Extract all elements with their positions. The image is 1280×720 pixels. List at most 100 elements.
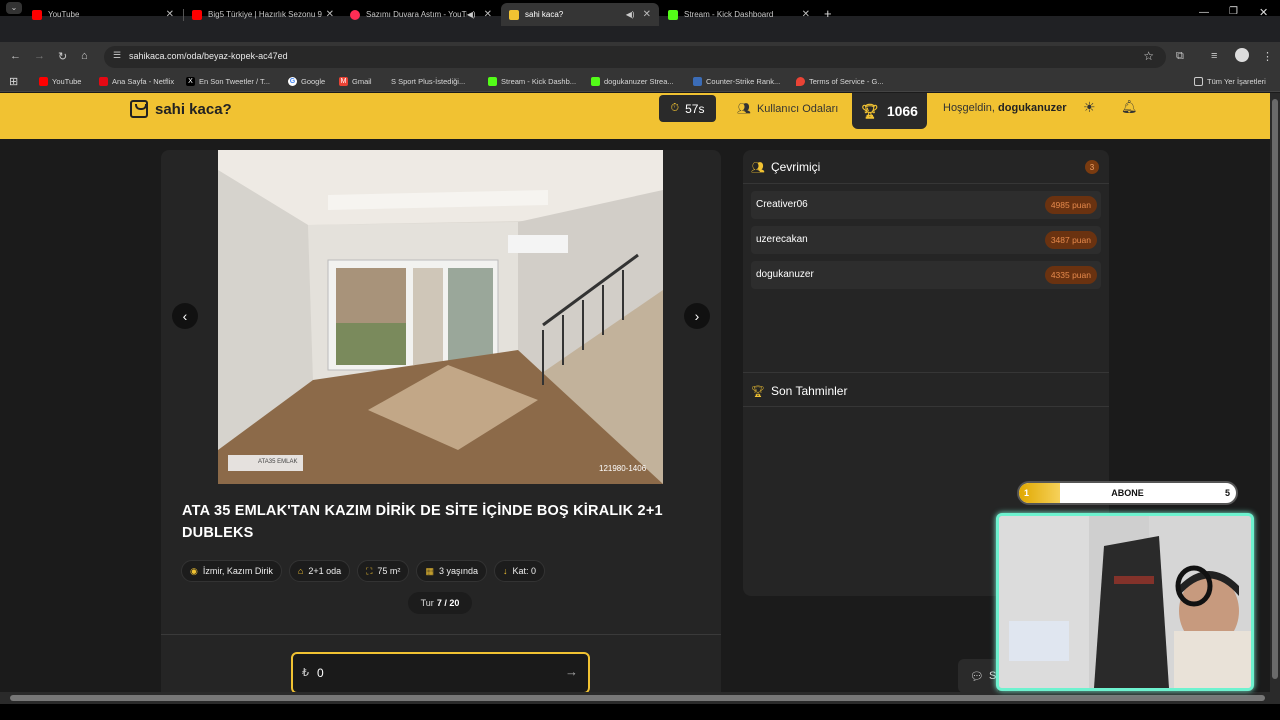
chip-label: 3 yaşında	[438, 566, 478, 576]
speaker-icon[interactable]: ◀)	[626, 10, 635, 19]
age-chip: ▦ 3 yaşında	[416, 560, 487, 582]
notification-bell-icon[interactable]: 🔔︎	[1121, 99, 1138, 115]
close-tab-icon[interactable]: ✕	[802, 9, 810, 20]
minimize-icon[interactable]: —	[1199, 7, 1209, 18]
welcome-prefix: Hoşgeldin,	[943, 102, 995, 114]
currency-symbol: ₺	[302, 667, 309, 679]
chat-button[interactable]: 💬︎ S	[958, 659, 998, 692]
close-tab-icon[interactable]: ✕	[643, 9, 651, 20]
bookmark-counter-strike[interactable]: Counter-Strike Rank...	[693, 77, 780, 86]
trophy-icon: 🏆︎	[751, 385, 765, 398]
url-text: sahikaca.com/oda/beyaz-kopek-ac47ed	[129, 51, 288, 61]
x-twitter-icon: X	[186, 77, 195, 86]
player-points: 4335 puan	[1044, 266, 1097, 284]
watermark-logo: ATA35 EMLAK	[258, 459, 298, 465]
player-name: Creativer06	[756, 199, 808, 210]
kick-icon	[488, 77, 497, 86]
submit-arrow-icon[interactable]: →	[565, 664, 578, 679]
bookmark-label: Google	[301, 77, 326, 86]
price-guess-input[interactable]	[317, 663, 547, 683]
score-badge[interactable]: 🏆︎ 1066	[852, 93, 927, 129]
bookmark-kick-dashboard[interactable]: Stream - Kick Dashb...	[488, 77, 576, 86]
forward-icon[interactable]: →	[34, 50, 45, 62]
site-logo[interactable]: sahi kaca?	[130, 100, 232, 118]
media-controls-icon[interactable]: ≡	[1211, 50, 1217, 62]
trophy-icon: 🏆︎	[861, 102, 879, 119]
bottom-strip	[0, 704, 1280, 720]
reload-icon[interactable]: ↻	[58, 50, 67, 63]
tab-sahikaca[interactable]: sahi kaca? ◀) ✕	[501, 3, 659, 26]
close-tab-icon[interactable]: ✕	[484, 9, 492, 20]
divider	[161, 634, 721, 635]
scroll-thumb[interactable]	[1272, 99, 1278, 679]
user-rooms-link[interactable]: 👥︎ Kullanıcı Odaları	[737, 102, 838, 116]
close-window-icon[interactable]: ✕	[1259, 6, 1268, 19]
goal-label: ABONE	[1111, 488, 1144, 498]
bookmark-star-icon[interactable]: ☆	[1143, 49, 1154, 63]
youtube-icon	[192, 9, 202, 20]
site-header: sahi kaca? ⏱ 57s 👥︎ Kullanıcı Odaları 🏆︎…	[0, 93, 1270, 139]
theme-toggle-icon[interactable]: ☀	[1083, 99, 1096, 116]
tab-label: YouTube	[48, 10, 80, 19]
tab-search-icon[interactable]: ⌄	[6, 2, 22, 14]
youtube-icon	[39, 77, 48, 86]
restore-icon[interactable]: ❐	[1229, 6, 1238, 17]
apps-icon[interactable]: ⊞	[9, 75, 18, 88]
bookmark-youtube[interactable]: YouTube	[39, 77, 81, 86]
tab-bar: YouTube ✕ Big5 Türkiye | Hazırlık Sezonu…	[0, 3, 1280, 42]
bookmark-label: Gmail	[352, 77, 372, 86]
netflix-icon	[99, 77, 108, 86]
round-indicator: Tur 7 / 20	[408, 592, 472, 614]
prev-photo-button[interactable]: ‹	[172, 303, 198, 329]
site-info-icon[interactable]: ☰	[113, 50, 121, 61]
tab-youtube[interactable]: YouTube ✕	[24, 3, 182, 26]
chip-label: İzmir, Kazım Dirik	[202, 566, 273, 576]
next-photo-button[interactable]: ›	[684, 303, 710, 329]
bookmark-kick-stream[interactable]: dogukanuzer Strea...	[591, 77, 674, 86]
username[interactable]: dogukanuzer	[998, 102, 1066, 114]
round-label: Tur	[420, 598, 434, 608]
close-tab-icon[interactable]: ✕	[166, 9, 174, 20]
tab-sazimi[interactable]: Sazımı Duvara Astım - YouTube ◀) ✕	[342, 3, 500, 26]
area-chip: ⛶ 75 m²	[357, 560, 410, 582]
player-row: uzerecakan 3487 puan	[751, 226, 1101, 254]
bookmark-twitter[interactable]: X En Son Tweetler / T...	[186, 77, 270, 86]
menu-icon[interactable]: ⋮	[1262, 50, 1273, 63]
map-pin-icon	[796, 77, 805, 86]
tab-big5[interactable]: Big5 Türkiye | Hazırlık Sezonu 9 ✕	[184, 3, 342, 26]
area-icon: ⛶	[366, 565, 373, 576]
close-tab-icon[interactable]: ✕	[326, 9, 334, 20]
online-title: Çevrimiçi	[770, 160, 821, 174]
bookmark-terms[interactable]: Terms of Service - G...	[796, 77, 884, 86]
bookmark-label: Stream - Kick Dashb...	[501, 77, 577, 86]
bookmark-label: En Son Tweetler / T...	[199, 77, 271, 86]
address-bar: ← → ↻ ⌂ ☰ sahikaca.com/oda/beyaz-kopek-a…	[0, 42, 1280, 72]
home-icon[interactable]: ⌂	[81, 50, 88, 62]
horizontal-scrollbar[interactable]	[0, 692, 1280, 704]
bookmark-netflix[interactable]: Ana Sayfa - Netflix	[99, 77, 174, 86]
youtube-music-icon	[350, 9, 360, 20]
vertical-scrollbar[interactable]	[1270, 93, 1280, 692]
gmail-icon: M	[339, 77, 348, 86]
counter-strike-icon	[693, 77, 702, 86]
url-field[interactable]: ☰ sahikaca.com/oda/beyaz-kopek-ac47ed ☆	[104, 46, 1166, 68]
listing-details: ◉ İzmir, Kazım Dirik ⌂ 2+1 oda ⛶ 75 m² ▦ 3 y…	[181, 560, 545, 582]
bookmark-label: Terms of Service - G...	[809, 77, 884, 86]
speaker-icon[interactable]: ◀)	[467, 10, 476, 19]
all-bookmarks[interactable]: Tüm Yer İşaretleri	[1194, 77, 1266, 86]
divider	[743, 183, 1109, 184]
tab-kick[interactable]: Stream - Kick Dashboard ✕	[660, 3, 818, 26]
profile-avatar-icon[interactable]	[1235, 48, 1249, 62]
extensions-icon[interactable]: ⧉	[1176, 50, 1184, 63]
bookmark-google[interactable]: G Google	[288, 77, 325, 86]
chip-label: Kat: 0	[512, 566, 536, 576]
back-icon[interactable]: ←	[10, 50, 21, 62]
bookmark-gmail[interactable]: M Gmail	[339, 77, 372, 86]
bookmark-ssport[interactable]: S Sport Plus-İstediği...	[391, 77, 465, 86]
bookmark-label: YouTube	[52, 77, 82, 86]
location-icon: ◉	[190, 565, 198, 576]
scroll-thumb[interactable]	[10, 695, 1265, 701]
tab-label: Stream - Kick Dashboard	[684, 10, 774, 19]
users-icon: 👥︎	[737, 103, 751, 115]
new-tab-button[interactable]: +	[824, 6, 832, 21]
